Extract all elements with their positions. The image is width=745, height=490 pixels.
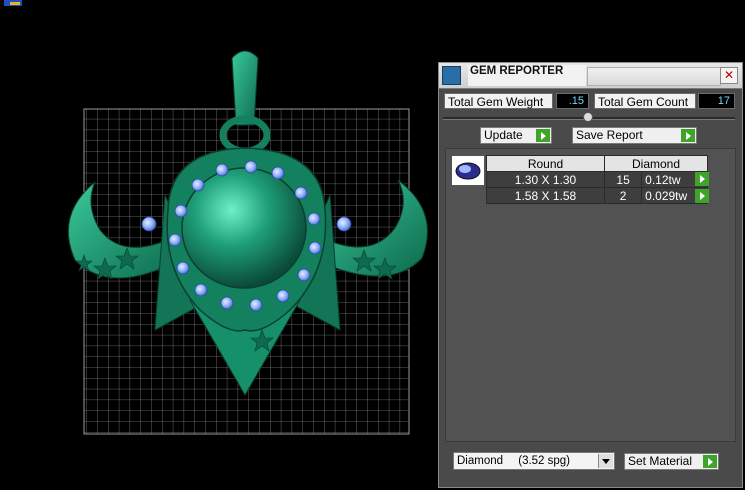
panel-titlebar[interactable]: GEM REPORTER ✕ (439, 63, 742, 89)
update-button[interactable]: Update (480, 127, 552, 144)
total-gem-count-value: 17 (698, 93, 735, 109)
gem-reporter-app-icon (442, 66, 461, 85)
gem-size: 1.30 X 1.30 (486, 171, 605, 188)
play-arrow-icon (536, 129, 550, 142)
save-report-button[interactable]: Save Report (572, 127, 697, 144)
update-button-label: Update (484, 128, 523, 142)
table-header-row: Round Diamond (486, 155, 708, 172)
set-material-button[interactable]: Set Material (624, 453, 719, 470)
material-name: Diamond (457, 455, 504, 467)
total-gem-weight-label: Total Gem Weight (444, 93, 553, 109)
row-1-arrow-icon[interactable] (695, 172, 709, 186)
table-row[interactable]: 1.30 X 1.30 15 0.12tw (486, 171, 708, 188)
close-icon[interactable]: ✕ (720, 67, 738, 84)
dropdown-arrow-icon[interactable] (598, 454, 613, 468)
divider-handle[interactable] (583, 112, 593, 122)
pendant-model-render[interactable] (0, 0, 438, 490)
row-2-arrow-icon[interactable] (695, 189, 709, 203)
total-gem-weight-value: .15 (556, 93, 589, 109)
pendant-bail (231, 50, 259, 126)
play-arrow-icon (681, 129, 695, 142)
gem-size: 1.58 X 1.58 (486, 187, 605, 204)
3d-viewport[interactable] (0, 0, 438, 490)
titlebar-drag-area[interactable] (587, 67, 721, 86)
header-round: Round (486, 155, 605, 172)
header-diamond: Diamond (604, 155, 708, 172)
material-select[interactable]: Diamond (3.52 spg) (453, 452, 615, 470)
total-gem-count-label: Total Gem Count (594, 93, 696, 109)
gem-count: 2 (603, 187, 643, 204)
material-density: (3.52 spg) (518, 455, 571, 467)
set-material-button-label: Set Material (628, 454, 693, 468)
corner-indicator-icon (4, 0, 22, 6)
oval-gem-icon[interactable] (451, 155, 485, 186)
table-row[interactable]: 1.58 X 1.58 2 0.029tw (486, 187, 708, 204)
panel-title: GEM REPORTER (468, 65, 586, 86)
gem-list-area[interactable]: Round Diamond 1.30 X 1.30 15 0.12tw 1.58… (445, 148, 736, 442)
save-report-button-label: Save Report (576, 128, 643, 142)
gem-table: Round Diamond 1.30 X 1.30 15 0.12tw 1.58… (486, 155, 708, 204)
gem-reporter-panel: GEM REPORTER ✕ Total Gem Weight .15 Tota… (438, 62, 743, 488)
play-arrow-icon (703, 455, 717, 468)
gem-count: 15 (603, 171, 643, 188)
